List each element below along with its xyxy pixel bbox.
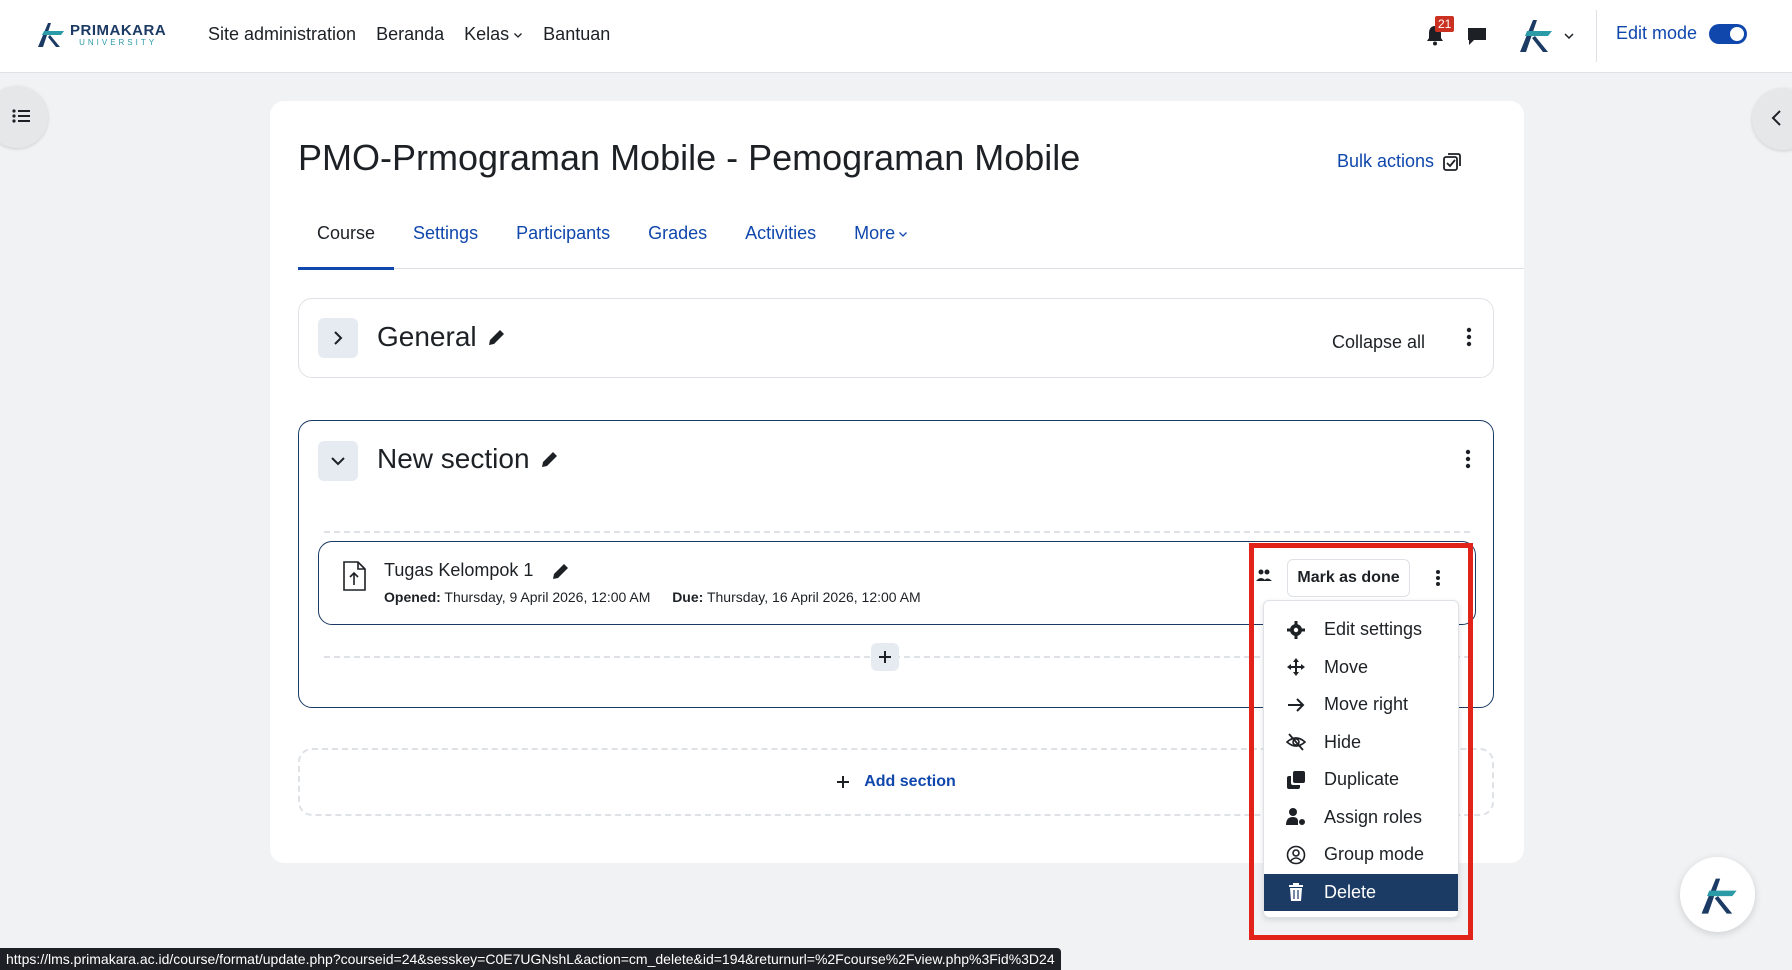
course-index-toggle[interactable] [0, 86, 48, 148]
primary-nav: Site administration Beranda Kelas Bantua… [208, 24, 610, 45]
chevron-down-icon[interactable] [1563, 30, 1575, 42]
nav-site-administration[interactable]: Site administration [208, 24, 356, 45]
block-drawer-toggle[interactable] [1752, 88, 1792, 150]
activity-name[interactable]: Tugas Kelompok 1 [384, 560, 533, 581]
course-tabs: Course Settings Participants Grades Acti… [298, 217, 1524, 270]
chevron-down-icon [331, 457, 345, 466]
nav-beranda[interactable]: Beranda [376, 24, 444, 45]
menu-item-label: Hide [1324, 731, 1362, 752]
bulk-actions-button[interactable]: Bulk actions [1337, 151, 1462, 172]
menu-item-group-mode[interactable]: Group mode [1264, 836, 1458, 874]
chat-icon[interactable] [1466, 25, 1488, 47]
nav-kelas[interactable]: Kelas [464, 24, 523, 45]
tab-participants[interactable]: Participants [497, 217, 629, 269]
section-divider [324, 531, 1470, 533]
kebab-icon [1465, 449, 1471, 469]
arrow-right-icon [1288, 698, 1305, 712]
due-date: Thursday, 16 April 2026, 12:00 AM [706, 589, 921, 605]
section-menu-button[interactable] [1458, 447, 1478, 471]
top-navbar: PRIMAKARA UNIVERSITY Site administration… [0, 0, 1792, 73]
assignment-upload-icon [343, 561, 366, 591]
menu-item-label: Move [1324, 656, 1369, 677]
user-avatar[interactable] [1514, 14, 1556, 56]
move-icon [1287, 658, 1305, 677]
section-expand-button[interactable] [318, 318, 358, 358]
status-bar-url: https://lms.primakara.ac.id/course/forma… [0, 948, 1061, 970]
opened-label: Opened: [384, 589, 441, 605]
menu-item-label: Move right [1324, 694, 1409, 715]
tab-more-label: More [854, 223, 896, 243]
site-logo[interactable]: PRIMAKARA UNIVERSITY [34, 19, 166, 51]
section-collapse-button[interactable] [318, 441, 358, 481]
section-name: New section [377, 443, 530, 474]
activity-actions-menu: Edit settings Move Move right Hide Dupli… [1263, 600, 1459, 918]
activity-dates: Opened: Thursday, 9 April 2026, 12:00 AM… [384, 589, 921, 605]
duplicate-icon [1287, 770, 1305, 789]
page-title: PMO-Prmograman Mobile - Pemograman Mobil… [298, 137, 1081, 178]
list-icon [12, 109, 30, 123]
notification-badge: 21 [1435, 16, 1455, 32]
tab-settings[interactable]: Settings [394, 217, 497, 269]
menu-item-label: Assign roles [1324, 806, 1423, 827]
menu-item-move[interactable]: Move [1264, 649, 1458, 687]
user-roles-icon [1286, 808, 1305, 826]
activity-title: Tugas Kelompok 1 [384, 560, 571, 581]
opened-date: Thursday, 9 April 2026, 12:00 AM [444, 589, 651, 605]
brand-name: PRIMAKARA [70, 22, 167, 39]
menu-item-edit-settings[interactable]: Edit settings [1264, 611, 1458, 649]
navbar-divider [1596, 10, 1597, 62]
trash-icon [1289, 883, 1303, 902]
menu-item-delete[interactable]: Delete [1264, 873, 1458, 911]
add-activity-button[interactable] [871, 643, 899, 671]
edit-mode-label: Edit mode [1616, 23, 1698, 43]
menu-item-label: Delete [1324, 881, 1377, 902]
edit-mode-toggle[interactable]: Edit mode [1616, 23, 1748, 44]
chevron-right-icon [334, 331, 343, 345]
brand-sub: UNIVERSITY [79, 38, 158, 47]
menu-item-hide[interactable]: Hide [1264, 724, 1458, 762]
chevron-left-icon [1771, 110, 1781, 126]
nav-kelas-label: Kelas [464, 24, 510, 44]
tab-grades[interactable]: Grades [629, 217, 726, 269]
kebab-icon [1466, 327, 1472, 347]
assistant-fab[interactable] [1680, 857, 1755, 932]
bulk-edit-icon [1443, 152, 1461, 171]
group-icon[interactable] [1254, 566, 1274, 586]
section-title: New section [377, 443, 560, 475]
collapse-all-link[interactable]: Collapse all [1332, 332, 1425, 353]
pencil-icon[interactable] [551, 561, 571, 581]
section-menu-button[interactable] [1459, 325, 1479, 349]
plus-icon [879, 651, 891, 663]
tab-course[interactable]: Course [298, 217, 395, 270]
pencil-icon[interactable] [540, 449, 560, 469]
plus-icon [837, 776, 850, 788]
chevron-down-icon [899, 232, 908, 237]
menu-item-label: Duplicate [1324, 769, 1400, 790]
menu-item-move-right[interactable]: Move right [1264, 686, 1458, 724]
kebab-icon [1436, 570, 1440, 586]
primakara-logo-icon [1701, 878, 1737, 914]
menu-item-duplicate[interactable]: Duplicate [1264, 761, 1458, 799]
bulk-actions-label: Bulk actions [1337, 151, 1435, 171]
menu-item-label: Group mode [1324, 844, 1425, 865]
primakara-logo-icon [38, 23, 64, 47]
add-section-label: Add section [864, 773, 956, 790]
pencil-icon[interactable] [487, 327, 507, 347]
nav-bantuan[interactable]: Bantuan [543, 24, 610, 45]
section-title: General [377, 321, 507, 353]
eye-slash-icon [1286, 733, 1306, 751]
edit-mode-switch[interactable] [1709, 23, 1748, 44]
activity-menu-button[interactable] [1428, 566, 1448, 590]
mark-as-done-button[interactable]: Mark as done [1287, 559, 1410, 597]
section-general: General Collapse all [298, 298, 1494, 378]
tab-activities[interactable]: Activities [726, 217, 835, 269]
due-label: Due: [672, 589, 704, 605]
chevron-down-icon [514, 32, 523, 38]
menu-item-label: Edit settings [1324, 619, 1423, 640]
section-name: General [377, 321, 477, 352]
menu-item-assign-roles[interactable]: Assign roles [1264, 799, 1458, 837]
gear-icon [1287, 620, 1305, 639]
group-mode-icon [1286, 845, 1306, 865]
tab-more[interactable]: More [835, 217, 927, 269]
